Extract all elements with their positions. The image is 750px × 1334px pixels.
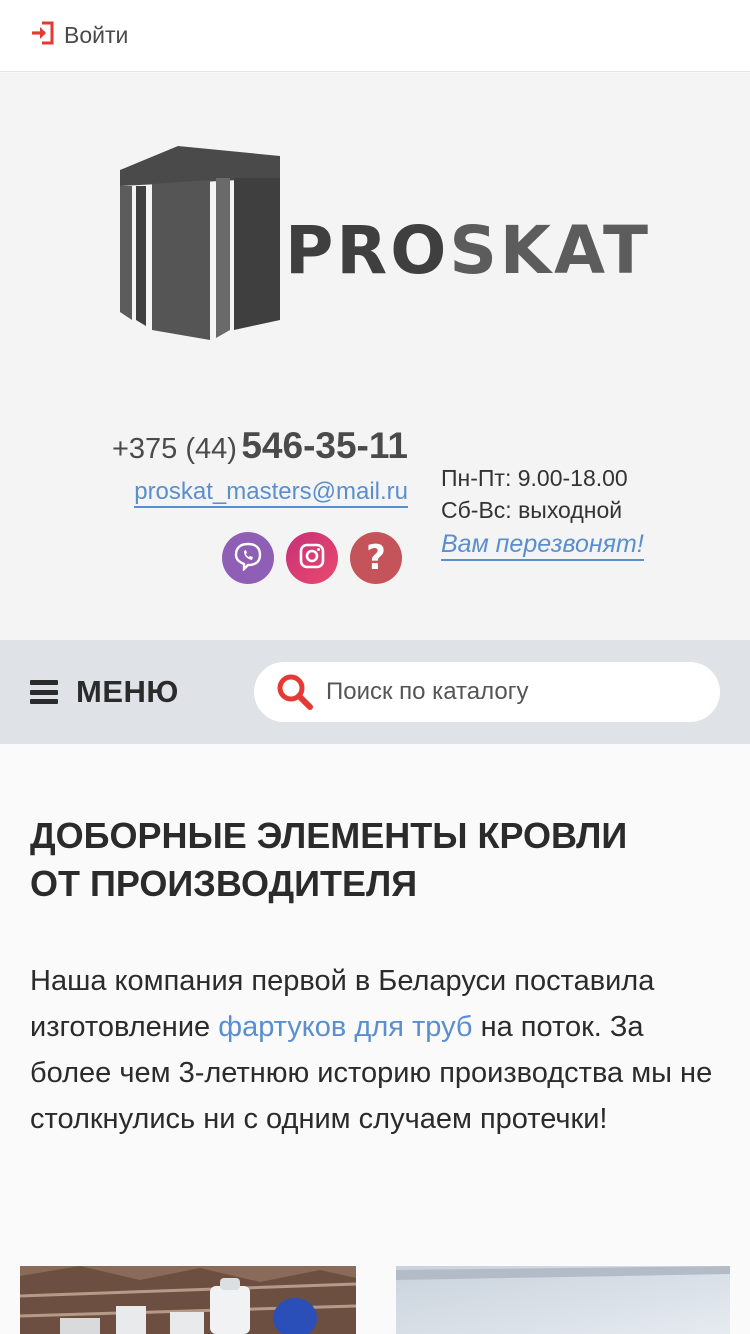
login-label: Войти: [64, 21, 129, 48]
search-input[interactable]: [326, 662, 696, 722]
phone-link[interactable]: +375 (44) 546-35-11: [112, 425, 408, 467]
menu-button[interactable]: МЕНЮ: [30, 670, 179, 714]
phone-code: +375 (44): [111, 433, 237, 465]
login-icon: [30, 20, 56, 51]
phone-number: 546-35-11: [241, 425, 408, 466]
search-box: [254, 662, 720, 722]
email-link[interactable]: proskat_masters@mail.ru: [134, 478, 408, 508]
instagram-icon: [298, 542, 326, 575]
hours-weekend: Сб-Вс: выходной: [441, 497, 623, 523]
page-title: ДОБОРНЫЕ ЭЛЕМЕНТЫ КРОВЛИ ОТ ПРОИЗВОДИТЕЛ…: [30, 812, 730, 908]
viber-button[interactable]: [222, 532, 274, 584]
search-icon[interactable]: [276, 673, 314, 716]
intro-paragraph: Наша компания первой в Беларуси поставил…: [30, 958, 730, 1142]
callback-link[interactable]: Вам перезвонят!: [441, 530, 644, 561]
login-link[interactable]: Войти: [30, 18, 128, 52]
menu-bar: МЕНЮ: [0, 640, 750, 744]
help-button[interactable]: ?: [350, 532, 402, 584]
menu-label: МЕНЮ: [76, 674, 179, 709]
working-hours: Пн-Пт: 9.00-18.00 Сб-Вс: выходной: [441, 462, 628, 526]
product-image-chimney[interactable]: [20, 1266, 356, 1334]
page-title-line2: ОТ ПРОИЗВОДИТЕЛЯ: [30, 863, 418, 904]
main-content: ДОБОРНЫЕ ЭЛЕМЕНТЫ КРОВЛИ ОТ ПРОИЗВОДИТЕЛ…: [30, 812, 730, 1142]
hours-weekdays: Пн-Пт: 9.00-18.00: [441, 465, 628, 491]
viber-icon: [233, 541, 263, 576]
logo-wordmark: PROSKAT: [285, 218, 651, 284]
hamburger-icon: [30, 680, 58, 704]
help-icon: ?: [366, 538, 386, 578]
instagram-button[interactable]: [286, 532, 338, 584]
site-header: PROSKAT +375 (44) 546-35-11 proskat_mast…: [0, 73, 750, 640]
page-title-line1: ДОБОРНЫЕ ЭЛЕМЕНТЫ КРОВЛИ: [30, 815, 628, 856]
logo-skat: SKAT: [449, 212, 651, 289]
logo-pro: PRO: [285, 212, 450, 289]
chimney-flashing-link[interactable]: фартуков для труб: [218, 1011, 472, 1043]
product-image-sheet[interactable]: [396, 1266, 730, 1334]
top-bar: Войти: [0, 0, 750, 72]
